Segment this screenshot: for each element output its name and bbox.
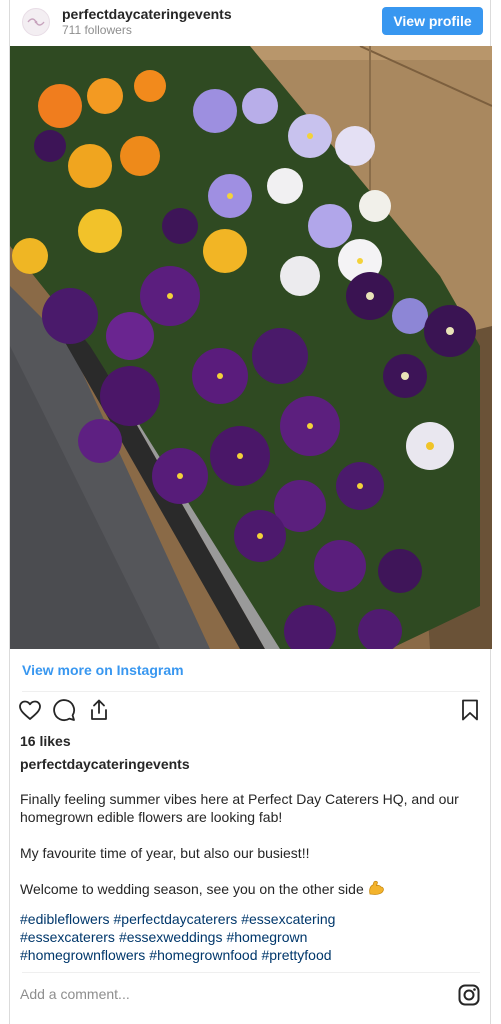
post-header: perfectdaycateringevents 711 followers V… <box>10 0 492 44</box>
action-bar <box>18 698 484 728</box>
hashtags: #edibleflowers #perfectdaycaterers #essexc… <box>20 910 490 964</box>
flexed-biceps-icon <box>368 880 384 895</box>
hashtag-link[interactable]: #prettyfood <box>261 947 331 963</box>
caption-text: Welcome to wedding season, see you on th… <box>20 881 364 897</box>
instagram-embed: perfectdaycateringevents 711 followers V… <box>9 0 492 1024</box>
view-more-link[interactable]: View more on Instagram <box>22 662 184 678</box>
post-photo[interactable] <box>10 46 492 649</box>
flower-box-photo-icon <box>10 46 492 649</box>
view-profile-button[interactable]: View profile <box>382 7 483 35</box>
bookmark-icon <box>462 699 478 721</box>
hashtag-link[interactable]: #essexweddings <box>119 929 223 945</box>
caption: Finally feeling summer vibes here at Per… <box>20 790 488 916</box>
divider <box>22 972 480 973</box>
like-count: 16 likes <box>20 733 71 749</box>
follower-count: 711 followers <box>62 23 132 37</box>
hashtag-link[interactable]: #perfectdaycaterers <box>114 911 238 927</box>
divider <box>22 691 480 692</box>
caption-line: Finally feeling summer vibes here at Per… <box>20 791 459 825</box>
caption-line: My favourite time of year, but also our … <box>20 845 310 861</box>
comment-button[interactable] <box>52 698 80 726</box>
share-icon <box>91 699 107 720</box>
hashtag-link[interactable]: #homegrownfood <box>149 947 257 963</box>
instagram-icon[interactable] <box>458 984 480 1006</box>
bookmark-button[interactable] <box>458 698 486 726</box>
hashtag-link[interactable]: #essexcatering <box>241 911 335 927</box>
header-username[interactable]: perfectdaycateringevents <box>62 6 232 22</box>
share-button[interactable] <box>87 698 115 726</box>
add-comment-field[interactable]: Add a comment... <box>20 986 130 1002</box>
profile-avatar[interactable] <box>22 8 50 36</box>
comment-icon <box>53 699 75 721</box>
heart-icon <box>19 700 41 720</box>
caption-author[interactable]: perfectdaycateringevents <box>20 756 190 772</box>
instagram-logo-icon <box>458 984 480 1006</box>
logo-icon <box>27 18 45 26</box>
like-button[interactable] <box>18 698 46 726</box>
caption-line: Welcome to wedding season, see you on th… <box>20 880 488 898</box>
hashtag-link[interactable]: #homegrownflowers <box>20 947 145 963</box>
hashtag-link[interactable]: #homegrown <box>226 929 307 945</box>
hashtag-link[interactable]: #essexcaterers <box>20 929 115 945</box>
hashtag-link[interactable]: #edibleflowers <box>20 911 110 927</box>
